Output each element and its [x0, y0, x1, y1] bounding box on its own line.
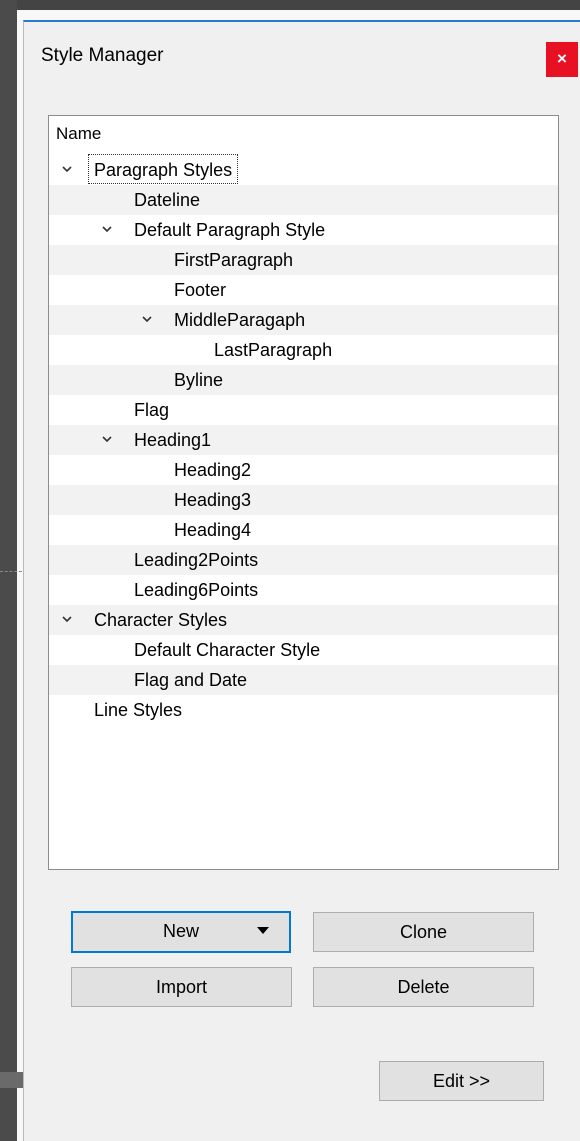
chevron-down-icon[interactable]	[62, 164, 72, 174]
tree-row[interactable]: Leading6Points	[49, 575, 558, 605]
delete-button[interactable]: Delete	[313, 967, 534, 1007]
tree-row-label: Line Styles	[94, 700, 183, 720]
chevron-down-icon[interactable]	[62, 614, 72, 624]
style-manager-dialog: Style Manager × Name Paragraph Styles Dat…	[23, 20, 580, 1141]
tree-row[interactable]: Line Styles	[49, 695, 558, 725]
chevron-down-icon[interactable]	[102, 224, 112, 234]
tree-row-label: LastParagraph	[214, 340, 333, 360]
tree-row[interactable]: LastParagraph	[49, 335, 558, 365]
tree-row[interactable]: Dateline	[49, 185, 558, 215]
tree-column-header: Name	[56, 124, 102, 143]
tree-row[interactable]: Character Styles	[49, 605, 558, 635]
tree-row-label: Heading3	[174, 490, 252, 510]
tree-row-label: Byline	[174, 370, 224, 390]
tree-row-label: Leading2Points	[134, 550, 259, 570]
tree-row[interactable]: Default Paragraph Style	[49, 215, 558, 245]
tree-row[interactable]: Footer	[49, 275, 558, 305]
tree-row[interactable]: Leading2Points	[49, 545, 558, 575]
tree-row-label: Dateline	[134, 190, 201, 210]
tree-row-label: Default Character Style	[134, 640, 321, 660]
tree-row[interactable]: Flag	[49, 395, 558, 425]
tree-row[interactable]: FirstParagraph	[49, 245, 558, 275]
tree-row-label: Footer	[174, 280, 227, 300]
tree-row-label: Flag and Date	[134, 670, 248, 690]
tree-row[interactable]: Heading2	[49, 455, 558, 485]
tree-row[interactable]: Heading1	[49, 425, 558, 455]
tree-row-label: Heading2	[174, 460, 252, 480]
style-tree[interactable]: Name Paragraph Styles Dateline Default Par…	[48, 115, 559, 870]
tree-row-label: Paragraph Styles	[87, 154, 239, 184]
tree-row[interactable]: Byline	[49, 365, 558, 395]
close-button[interactable]: ×	[546, 42, 578, 77]
tree-row-label: Default Paragraph Style	[134, 220, 326, 240]
edit-button[interactable]: Edit >>	[379, 1061, 544, 1101]
tree-row-label: FirstParagraph	[174, 250, 294, 270]
tree-row[interactable]: Paragraph Styles	[49, 154, 558, 185]
import-button-label: Import	[155, 977, 207, 997]
clone-button[interactable]: Clone	[313, 912, 534, 952]
chevron-down-icon[interactable]	[142, 314, 152, 324]
tree-row[interactable]: Heading4	[49, 515, 558, 545]
tree-row[interactable]: Flag and Date	[49, 665, 558, 695]
tree-row-label: Flag	[134, 400, 170, 420]
tree-row-label: Leading6Points	[134, 580, 259, 600]
tree-row-label: Character Styles	[94, 610, 228, 630]
dialog-title: Style Manager	[41, 45, 164, 66]
chevron-down-icon[interactable]	[102, 434, 112, 444]
background-guide-line	[0, 571, 22, 573]
clone-button-label: Clone	[399, 922, 448, 942]
new-button[interactable]: New	[71, 911, 291, 953]
edit-button-label: Edit >>	[432, 1071, 491, 1091]
tree-row[interactable]: Heading3	[49, 485, 558, 515]
import-button[interactable]: Import	[71, 967, 292, 1007]
tree-row[interactable]: Default Character Style	[49, 635, 558, 665]
tree-row-label: Heading4	[174, 520, 252, 540]
delete-button-label: Delete	[397, 977, 450, 997]
tree-row-label: MiddleParagaph	[174, 310, 306, 330]
tree-row-label: Heading1	[134, 430, 212, 450]
background-window-top	[0, 0, 580, 10]
tree-row[interactable]: MiddleParagaph	[49, 305, 558, 335]
dropdown-arrow-icon	[257, 927, 269, 934]
